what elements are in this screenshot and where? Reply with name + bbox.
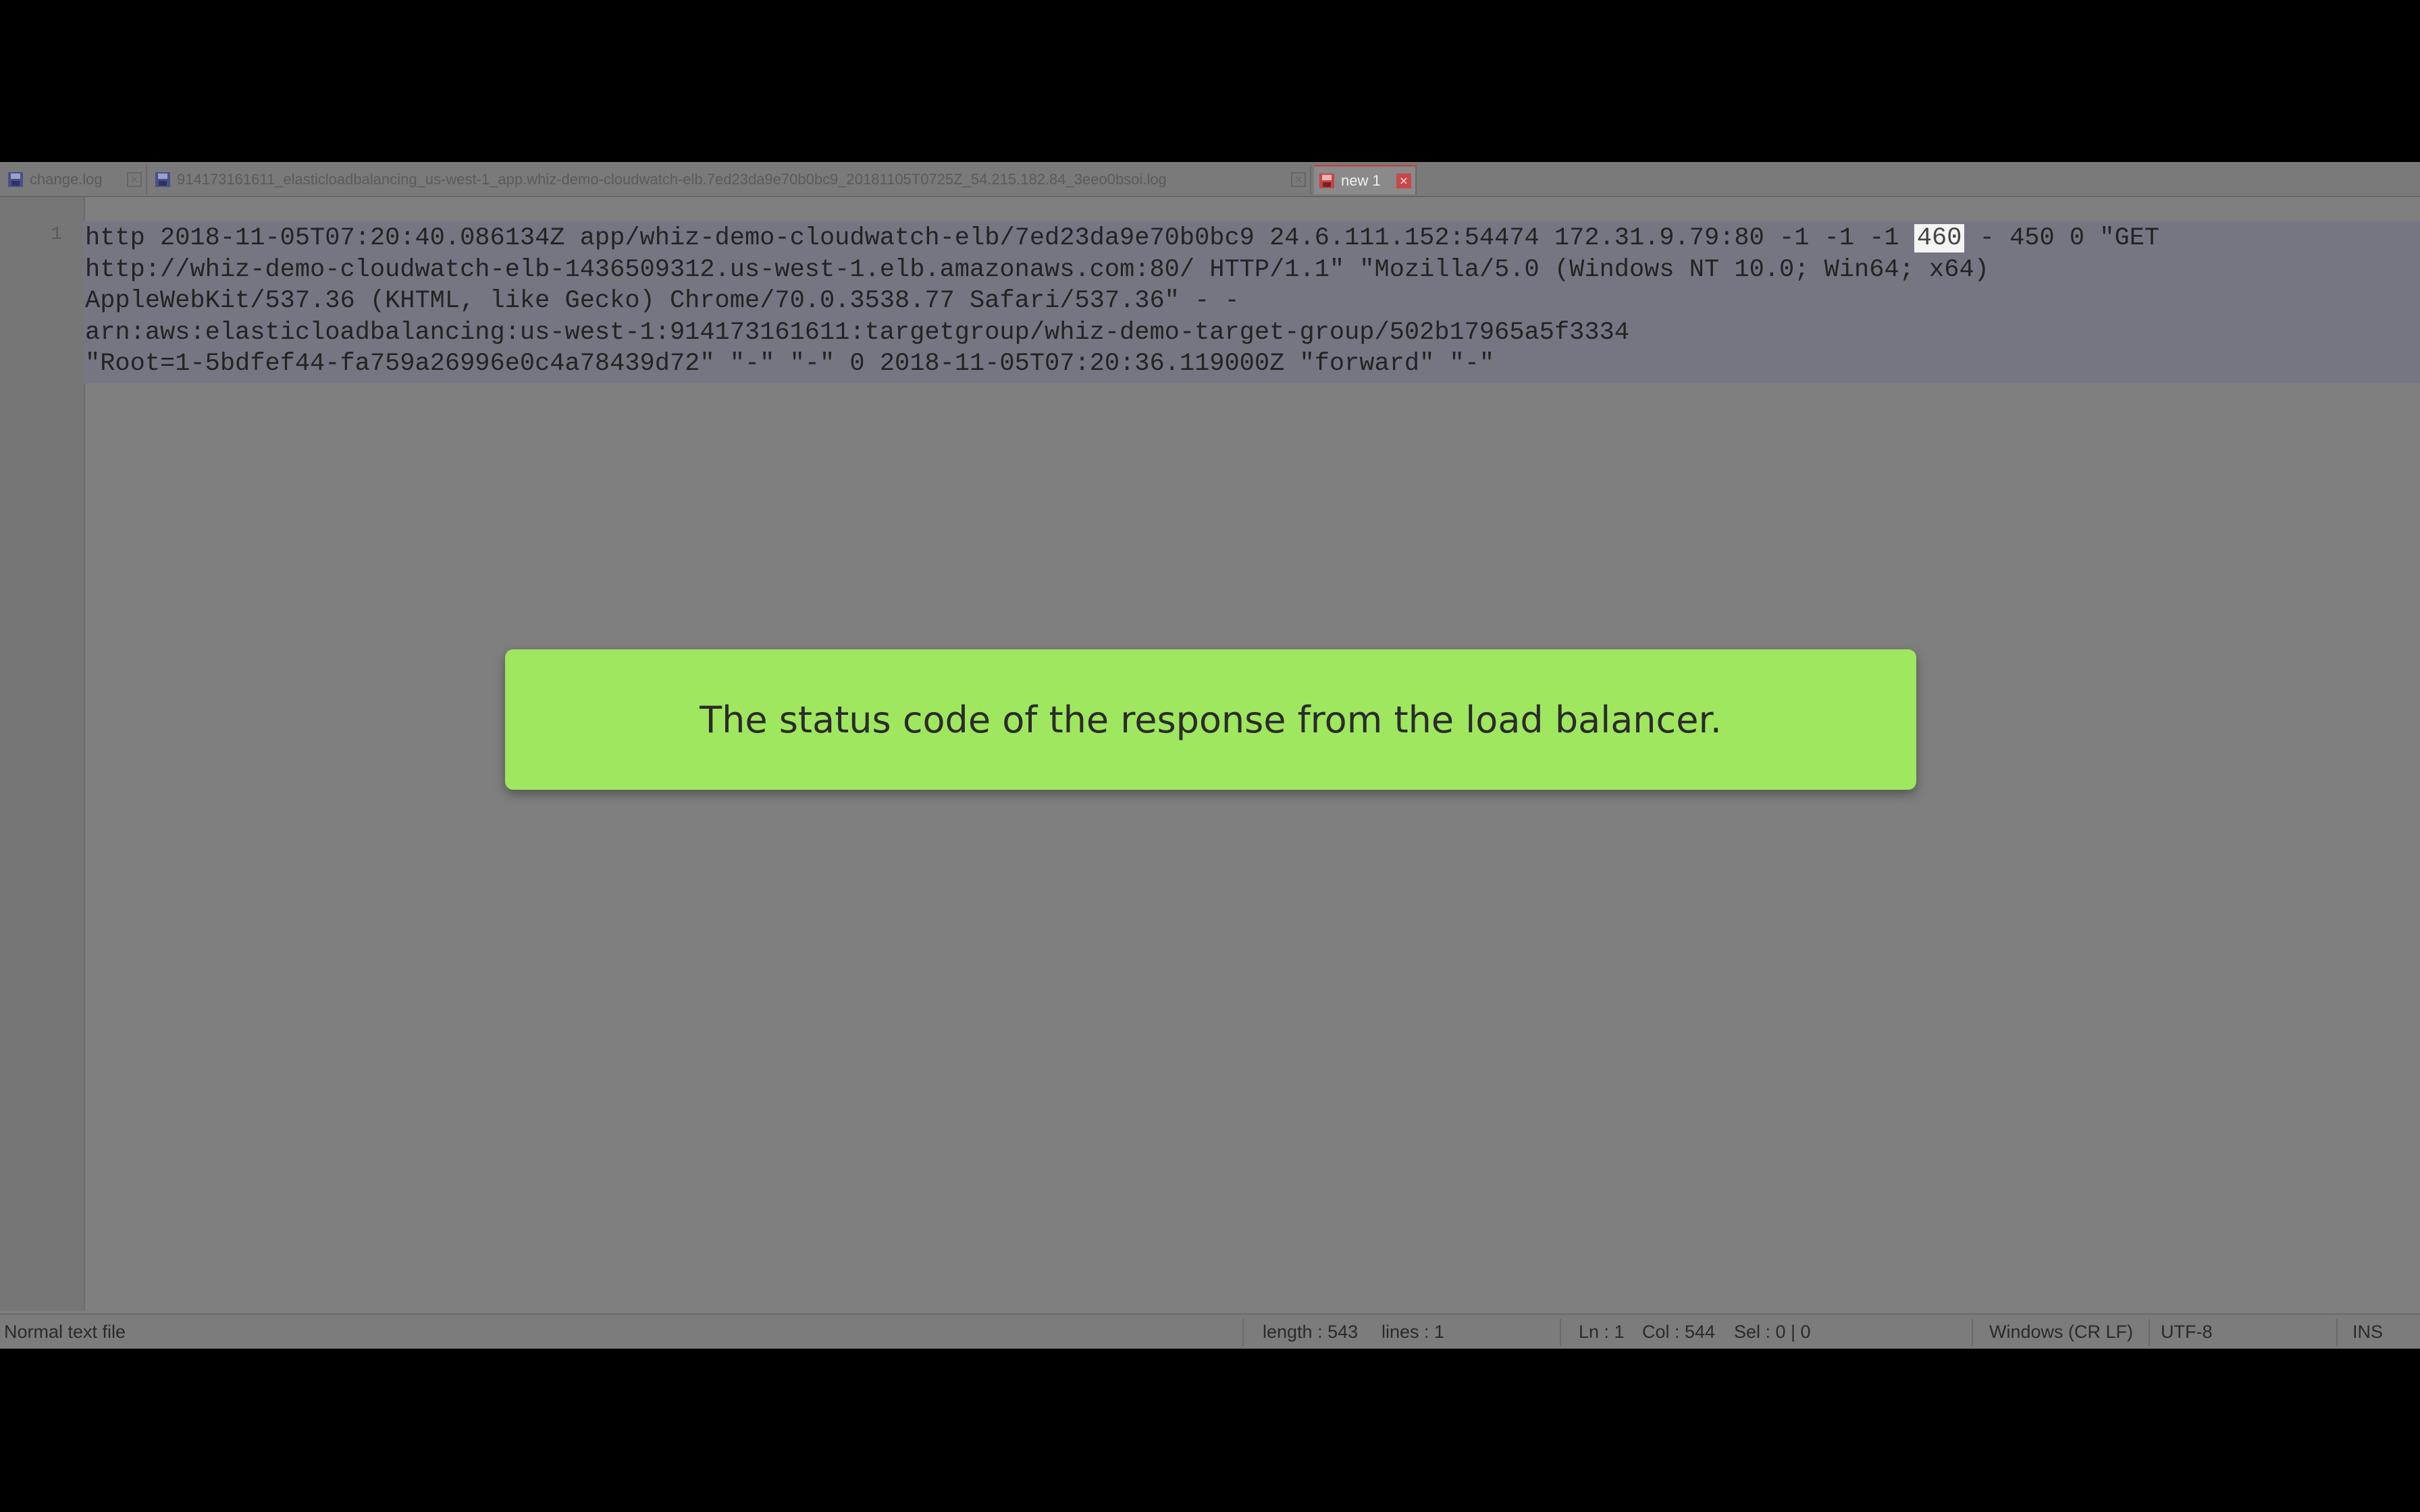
code-line-3: AppleWebKit/537.36 (KHTML, like Gecko) C… xyxy=(85,287,1240,315)
code-line-2: http://whiz-demo-cloudwatch-elb-14365093… xyxy=(85,255,1989,284)
status-length: length : 543 xyxy=(1263,1322,1359,1342)
status-mode: INS xyxy=(2352,1322,2384,1342)
code-line-5: "Root=1-5bdfef44-fa759a26996e0c4a78439d7… xyxy=(85,350,1495,378)
line-number: 1 xyxy=(51,224,62,245)
status-col: Col : 544 xyxy=(1642,1322,1716,1342)
status-eol[interactable]: Windows (CR LF) xyxy=(1989,1322,2133,1343)
status-separator xyxy=(2149,1319,2150,1346)
selected-status-code[interactable]: 460 xyxy=(1914,224,1965,252)
code-text[interactable]: http 2018-11-05T07:20:40.086134Z app/whi… xyxy=(85,223,2408,380)
status-separator xyxy=(1972,1319,1973,1346)
status-lines: lines : 1 xyxy=(1382,1322,1445,1342)
tab-new-1[interactable]: new 1 × xyxy=(1314,165,1417,194)
status-separator xyxy=(1560,1319,1561,1346)
file-unsaved-icon xyxy=(1319,173,1334,188)
status-separator xyxy=(1242,1319,1244,1346)
file-saved-icon xyxy=(8,172,23,187)
close-icon[interactable]: × xyxy=(1396,173,1411,188)
code-line-4: arn:aws:elasticloadbalancing:us-west-1:9… xyxy=(85,318,1629,347)
tab-change-log[interactable]: change.log × xyxy=(3,165,147,194)
tab-bar: change.log × 914173161611_elasticloadbal… xyxy=(0,162,2420,197)
status-encoding[interactable]: UTF-8 xyxy=(2161,1322,2213,1343)
status-separator xyxy=(2336,1319,2338,1346)
callout-text: The status code of the response from the… xyxy=(700,698,1722,741)
status-sel: Sel : 0 | 0 xyxy=(1734,1322,1811,1342)
tab-label: change.log xyxy=(30,171,103,188)
tab-label: new 1 xyxy=(1341,171,1381,189)
tab-label: 914173161611_elasticloadbalancing_us-wes… xyxy=(177,171,1167,188)
status-bar: Normal text file length : 543 lines : 1 … xyxy=(0,1314,2420,1349)
status-ln: Ln : 1 xyxy=(1579,1322,1625,1342)
code-line-1: http 2018-11-05T07:20:40.086134Z app/whi… xyxy=(85,224,2160,252)
file-saved-icon xyxy=(155,172,170,187)
close-icon[interactable]: × xyxy=(127,172,142,187)
tab-elb-log[interactable]: 914173161611_elasticloadbalancing_us-wes… xyxy=(150,165,1311,194)
status-file-type: Normal text file xyxy=(4,1322,126,1342)
notepad-plus-plus-window: change.log × 914173161611_elasticloadbal… xyxy=(0,162,2420,1349)
line-number-gutter: 1 xyxy=(0,197,85,1311)
annotation-callout: The status code of the response from the… xyxy=(505,649,1916,790)
close-icon[interactable]: × xyxy=(1291,172,1306,187)
